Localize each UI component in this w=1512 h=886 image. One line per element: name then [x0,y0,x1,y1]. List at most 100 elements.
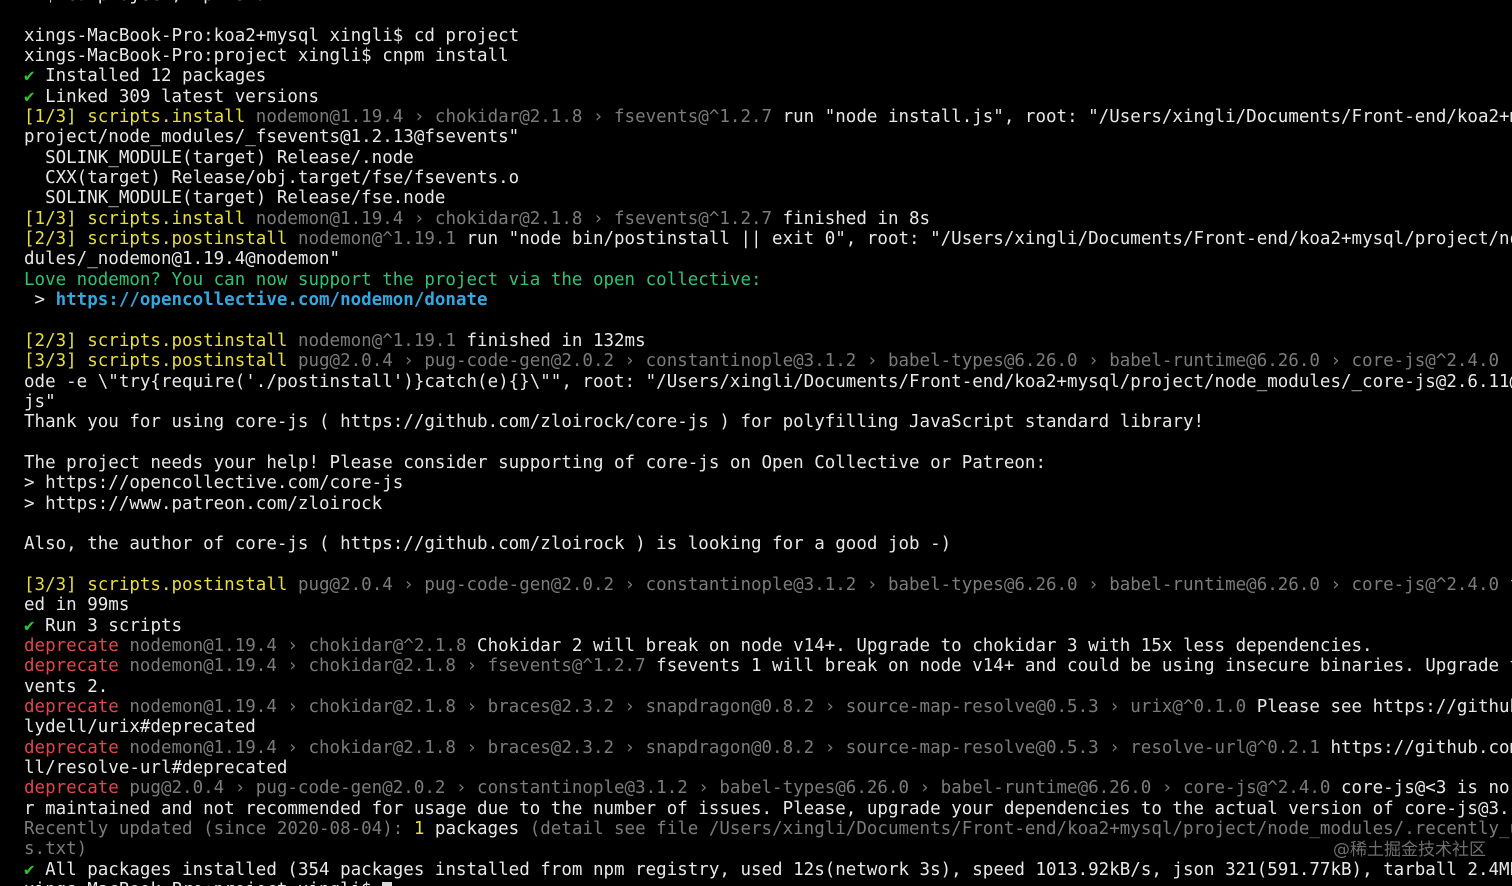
terminal-text-segment: deprecate [24,636,130,656]
terminal-text-segment: (detail see file /Users/xingli/Documents… [529,819,1512,840]
terminal-text-segment: nodemon@1.19.4 › chokidar@2.1.8 › fseven… [255,107,783,128]
terminal-text-segment: [2/3] scripts.postinstall [24,229,298,250]
terminal-text-segment: r maintained and not recommended for usa… [24,798,1510,819]
terminal-line: Thank you for using core-js ( https://gi… [24,412,1512,432]
terminal-line: [1/3] scripts.install nodemon@1.19.4 › c… [24,107,1512,127]
terminal-text-segment: Love nodemon? You can now support the pr… [24,269,762,290]
terminal-text-segment: [1/3] scripts.install [24,208,256,229]
terminal-text-segment: vents 2. [24,676,109,697]
terminal-line: Love nodemon? You can now support the pr… [24,270,1512,290]
terminal-line: dules/_nodemon@1.19.4@nodemon" [24,249,1512,269]
terminal-text-segment: pug@2.0.4 › pug-code-gen@2.0.2 › constan… [297,351,1510,372]
terminal-line: ✔ Installed 12 packages [24,66,1512,86]
terminal-text-segment: Linked 309 latest versions [34,86,320,107]
terminal-text-segment: The project needs your help! Please cons… [24,452,1046,473]
terminal-text-segment: xings-MacBook-Pro:project xingli$ [24,880,382,886]
terminal-text-segment: ✔ [24,86,35,107]
terminal-text-segment: fsevents 1 will break on node v14+ and c… [656,656,1512,677]
terminal-text-segment: [1/3] scripts.install [24,107,256,128]
terminal-text-segment: > https://www.patreon.com/zloirock [24,493,383,514]
terminal-line: vents 2. [24,677,1512,697]
terminal-line: s.txt) [24,839,1512,859]
terminal-text-segment: nodemon@1.19.4 › chokidar@^2.1.8 [129,636,478,656]
terminal-text-segment: deprecate [24,778,130,799]
terminal-text-segment: js" [24,391,56,412]
terminal-text-segment: core-js@<3 is no longe [1341,778,1510,799]
terminal-text-segment: nodemon@1.19.4 › chokidar@2.1.8 › fseven… [129,656,657,677]
terminal-line: [3/3] scripts.postinstall pug@2.0.4 › pu… [24,351,1512,371]
terminal-text-segment: Installed 12 packages [34,66,267,87]
terminal-line: lydell/urix#deprecated [24,717,1512,737]
terminal-text-segment: Please see https://github.com/ [1256,697,1512,718]
watermark: @稀土掘金技术社区 [1333,839,1486,860]
terminal-text-segment: > https://opencollective.com/core-js [24,473,404,494]
terminal-text-segment: pug@2.0.4 › pug-code-gen@2.0.2 › constan… [297,574,1510,595]
terminal-text-segment: CXX(target) Release/obj.target/fse/fseve… [24,168,520,189]
terminal-text-segment: https://github.com/lyde [1330,737,1512,758]
terminal-text-segment: ✔ [24,66,35,87]
terminal-text-segment: [3/3] scripts.postinstall [24,574,298,595]
terminal-text-segment: $ cd project, npm start [24,0,287,5]
terminal-text-segment: [3/3] scripts.postinstall [24,351,298,372]
terminal-line: > https://opencollective.com/nodemon/don… [24,290,1512,310]
terminal-line: CXX(target) Release/obj.target/fse/fseve… [24,168,1512,188]
terminal-text-segment: Chokidar 2 will break on node v14+. Upgr… [477,636,1373,656]
terminal-text-segment: s.txt) [24,839,88,860]
terminal-line: ed in 99ms [24,595,1512,615]
terminal-line: ll/resolve-url#deprecated [24,758,1512,778]
terminal-text-segment: finished in 132ms [466,330,646,351]
terminal-line: SOLINK_MODULE(target) Release/.node [24,148,1512,168]
terminal-line: deprecate nodemon@1.19.4 › chokidar@2.1.… [24,738,1512,758]
terminal-line: The project needs your help! Please cons… [24,453,1512,473]
terminal-output: $ cd project, npm start xings-MacBook-Pro… [24,0,1512,886]
terminal-text-segment: xings-MacBook-Pro:koa2+mysql xingli$ cd … [24,25,520,46]
terminal-text-segment: nodemon@1.19.4 › chokidar@2.1.8 › braces… [129,737,1331,758]
terminal-line: ✔ Linked 309 latest versions [24,87,1512,107]
terminal-window[interactable]: $ cd project, npm start xings-MacBook-Pro… [0,0,1512,886]
terminal-text-segment: > [24,290,56,311]
terminal-line: js" [24,392,1512,412]
terminal-text-segment: project/node_modules/_fsevents@1.2.13@fs… [24,127,520,148]
terminal-line: [2/3] scripts.postinstall nodemon@^1.19.… [24,229,1512,249]
terminal-line: SOLINK_MODULE(target) Release/fse.node [24,188,1512,208]
terminal-text-segment: run "node install.js", root: "/Users/xin… [782,107,1512,128]
terminal-text-segment: Recently updated (since 2020-08-04): [24,819,414,840]
terminal-text-segment: finished in 8s [782,208,931,229]
terminal-text-segment: ✔ [24,859,35,880]
terminal-text-segment: All packages installed (354 packages ins… [34,859,1512,880]
terminal-line: deprecate nodemon@1.19.4 › chokidar@2.1.… [24,656,1512,676]
terminal-text-segment: https://opencollective.com/nodemon/donat… [55,290,488,311]
terminal-text-segment: dules/_nodemon@1.19.4@nodemon" [24,249,341,270]
terminal-line: ✔ All packages installed (354 packages i… [24,860,1512,880]
terminal-text-segment: deprecate [24,697,130,718]
terminal-text-segment: pug@2.0.4 › pug-code-gen@2.0.2 › constan… [129,778,1341,799]
terminal-text-segment: Run 3 scripts [34,615,183,636]
terminal-text-segment: SOLINK_MODULE(target) Release/fse.node [24,188,446,209]
terminal-text-segment: deprecate [24,656,130,677]
terminal-line: > https://www.patreon.com/zloirock [24,494,1512,514]
terminal-text-segment: SOLINK_MODULE(target) Release/.node [24,147,414,168]
terminal-line: deprecate nodemon@1.19.4 › chokidar@2.1.… [24,697,1512,717]
terminal-text-segment: ll/resolve-url#deprecated [24,758,288,779]
terminal-text-segment: ode -e \"try{require('./postinstall')}ca… [24,371,1512,392]
terminal-cursor[interactable] [382,882,393,886]
terminal-text-segment: nodemon@1.19.4 › chokidar@2.1.8 › fseven… [255,208,783,229]
terminal-text-segment: deprecate [24,737,130,758]
terminal-text-segment: [2/3] scripts.postinstall [24,330,298,351]
terminal-line: Recently updated (since 2020-08-04): 1 p… [24,819,1512,839]
terminal-line: Also, the author of core-js ( https://gi… [24,534,1512,554]
terminal-text-segment: 1 [413,819,435,840]
terminal-text-segment: run "node bin/postinstall || exit 0", ro… [466,229,1512,250]
terminal-text-segment: Thank you for using core-js ( https://gi… [24,412,1205,433]
terminal-text-segment: Also, the author of core-js ( https://gi… [24,534,952,555]
terminal-line: r maintained and not recommended for usa… [24,799,1512,819]
terminal-line: [1/3] scripts.install nodemon@1.19.4 › c… [24,209,1512,229]
terminal-text-segment: lydell/urix#deprecated [24,717,256,738]
terminal-text-segment: nodemon@^1.19.1 [297,330,467,351]
terminal-text-segment: xings-MacBook-Pro:project xingli$ cnpm i… [24,46,509,67]
terminal-line: deprecate nodemon@1.19.4 › chokidar@^2.1… [24,636,1512,656]
terminal-line: [2/3] scripts.postinstall nodemon@^1.19.… [24,331,1512,351]
